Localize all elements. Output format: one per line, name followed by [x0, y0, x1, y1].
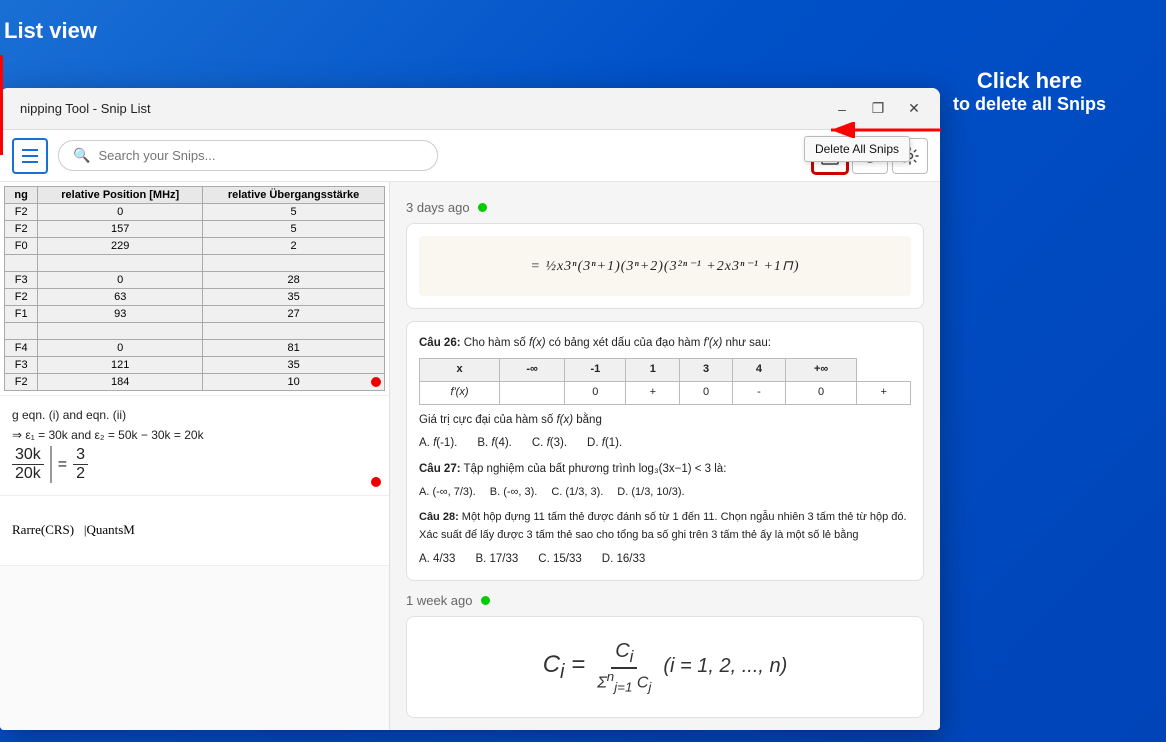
table-row: [5, 323, 385, 340]
click-here-annotation: Click here to delete all Snips: [953, 68, 1106, 115]
snip-card-handwriting[interactable]: = ½x3ⁿ(3ⁿ+1)(3ⁿ+2)(3²ⁿ⁻¹ +2x3ⁿ⁻¹ +1⊓): [406, 223, 924, 309]
q27: Câu 27: Tập nghiệm của bất phương trình …: [419, 460, 911, 478]
q28: Câu 28: Một hộp đựng 11 tấm thẻ được đán…: [419, 509, 911, 544]
click-here-line2: to delete all Snips: [953, 94, 1106, 115]
formula-text: = ½x3ⁿ(3ⁿ+1)(3ⁿ+2)(3²ⁿ⁻¹ +2x3ⁿ⁻¹ +1⊓): [531, 258, 800, 275]
formula-card-content: Ci = Ci Σnj=1 Cj (i = 1, 2, ..., n): [407, 617, 923, 717]
table-row: F26335: [5, 289, 385, 306]
time-text-3days: 3 days ago: [406, 200, 470, 215]
math-problems-content: Câu 26: Cho hàm số f(x) có bảng xét dấu …: [407, 322, 923, 580]
handwriting-formula: = ½x3ⁿ(3ⁿ+1)(3ⁿ+2)(3²ⁿ⁻¹ +2x3ⁿ⁻¹ +1⊓): [419, 236, 911, 296]
snip-card-math-problems[interactable]: Câu 26: Cho hàm số f(x) có bảng xét dấu …: [406, 321, 924, 581]
q26-text: Giá trị cực đại của hàm số f(x) bằng: [419, 411, 911, 429]
snip-item-handwritten[interactable]: Rarre(CRS) |QuantsM: [0, 496, 389, 566]
table-row: F19327: [5, 306, 385, 323]
red-dot-indicator: [371, 377, 381, 387]
derivative-table: x-∞-1134+∞ f'(x)0+0-0+: [419, 358, 911, 404]
snip-item-table[interactable]: ng relative Position [MHz] relative Über…: [0, 182, 389, 396]
math-text-3: 30k 20k = 3 2: [12, 446, 377, 483]
restore-button[interactable]: ❐: [864, 95, 892, 123]
annotation-arrow: [821, 122, 951, 143]
snip-card-formula[interactable]: Ci = Ci Σnj=1 Cj (i = 1, 2, ..., n): [406, 616, 924, 718]
window-controls: – ❐ ✕: [828, 95, 928, 123]
handwriting-formula-card: = ½x3ⁿ(3ⁿ+1)(3ⁿ+2)(3²ⁿ⁻¹ +2x3ⁿ⁻¹ +1⊓): [407, 224, 923, 308]
hamburger-icon: [22, 149, 38, 163]
q26: Câu 26: Cho hàm số f(x) có bảng xét dấu …: [419, 334, 911, 352]
table-row: [5, 255, 385, 272]
snip-thumbnail-handwritten: Rarre(CRS) |QuantsM: [4, 500, 385, 560]
time-label-1week: 1 week ago: [406, 593, 924, 608]
time-text-1week: 1 week ago: [406, 593, 473, 608]
time-dot-3days: [478, 203, 487, 212]
table-row: F21575: [5, 221, 385, 238]
q28-options: A. 4/33 B. 17/33 C. 15/33 D. 16/33: [419, 550, 911, 568]
search-icon: 🔍: [73, 147, 90, 164]
time-label-3days: 3 days ago: [406, 200, 924, 215]
search-box[interactable]: 🔍: [58, 140, 438, 171]
table-row: F205: [5, 204, 385, 221]
search-input[interactable]: [98, 148, 423, 163]
toolbar: 🔍: [0, 130, 940, 182]
hamburger-button[interactable]: [12, 138, 48, 174]
formula-ci-frac: Ci Σnj=1 Cj: [593, 640, 655, 695]
q27-options: A. (-∞, 7/3). B. (-∞, 3). C. (1/3, 3). D…: [419, 484, 911, 502]
snip-thumbnail-table: ng relative Position [MHz] relative Über…: [4, 186, 385, 391]
table-row: F3028: [5, 272, 385, 289]
table-row: F4081: [5, 340, 385, 357]
q26-options: A. f(-1). B. f(4). C. f(3). D. f(1).: [419, 434, 911, 452]
math-text-2: ⇒ ε₁ = 30k and ε₂ = 50k − 30k = 20k: [12, 428, 377, 442]
formula-ci-range: (i = 1, 2, ..., n): [663, 655, 787, 678]
table-row: F312135: [5, 357, 385, 374]
time-dot-1week: [481, 596, 490, 605]
formula-ci-left: Ci =: [543, 651, 585, 684]
content-area: ng relative Position [MHz] relative Über…: [0, 182, 940, 730]
close-button[interactable]: ✕: [900, 95, 928, 123]
minimize-button[interactable]: –: [828, 95, 856, 123]
left-panel: ng relative Position [MHz] relative Über…: [0, 182, 390, 730]
right-panel: 3 days ago = ½x3ⁿ(3ⁿ+1)(3ⁿ+2)(3²ⁿ⁻¹ +2x3…: [390, 182, 940, 730]
title-bar: nipping Tool - Snip List – ❐ ✕: [0, 88, 940, 130]
window-title: nipping Tool - Snip List: [12, 101, 828, 116]
table-row: F02292: [5, 238, 385, 255]
table-row: F218410: [5, 374, 385, 391]
snip-thumbnail-math: g eqn. (i) and eqn. (ii) ⇒ ε₁ = 30k and …: [4, 400, 385, 491]
math-text-1: g eqn. (i) and eqn. (ii): [12, 408, 377, 422]
annotation-vertical-line: [0, 55, 12, 155]
red-dot-indicator-2: [371, 477, 381, 487]
click-here-line1: Click here: [953, 68, 1106, 94]
list-view-annotation: List view: [0, 18, 97, 44]
snip-window: nipping Tool - Snip List – ❐ ✕ 🔍: [0, 88, 940, 730]
handwritten-text: Rarre(CRS) |QuantsM: [12, 522, 135, 538]
snip-item-math[interactable]: g eqn. (i) and eqn. (ii) ⇒ ε₁ = 30k and …: [0, 396, 389, 496]
